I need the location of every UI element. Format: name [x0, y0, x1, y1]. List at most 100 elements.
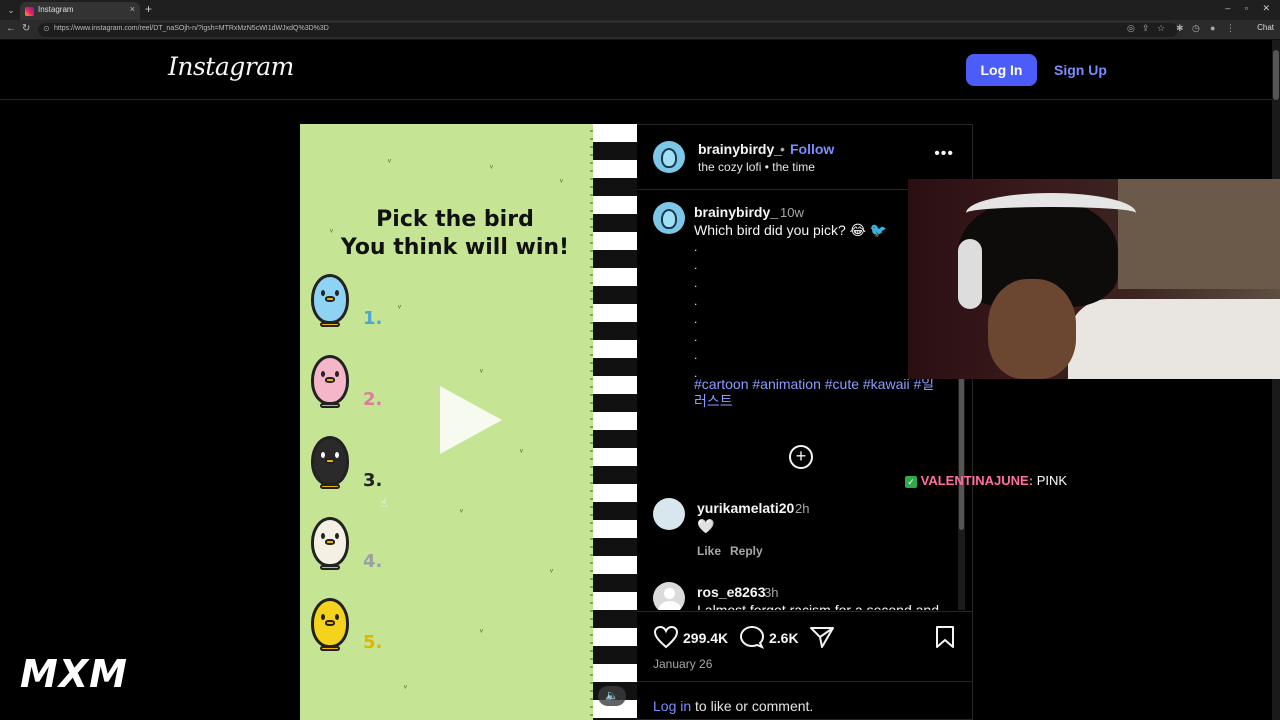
- extension-icon[interactable]: ◎: [1127, 23, 1135, 34]
- caption-dots: ........: [694, 238, 697, 382]
- site-info-icon[interactable]: ⊙: [43, 24, 50, 33]
- url-text[interactable]: https://www.instagram.com/reel/DT_naSOjh…: [54, 25, 329, 32]
- comments-count[interactable]: 2.6K: [769, 630, 799, 646]
- mouse-cursor-icon: ☝: [380, 496, 388, 510]
- bird-eye: [321, 290, 325, 296]
- caption-text: Which bird did you pick? 😂 🐦: [694, 222, 888, 238]
- reel-video[interactable]: ᵥ ᵥ ᵥ ᵥ ᵥ ᵥ ᵥ ᵥ ᵥ ᵥ ᵥ Pick the bird You …: [300, 124, 637, 720]
- bird-eye: [335, 290, 339, 296]
- follow-button[interactable]: Follow: [790, 141, 834, 157]
- comment-text: 🤍: [697, 518, 715, 534]
- instagram-favicon-icon: [25, 7, 34, 16]
- page-scrollbar[interactable]: [1272, 40, 1280, 720]
- save-bookmark-icon[interactable]: [935, 625, 955, 649]
- bird-feet: [320, 322, 340, 327]
- login-link[interactable]: Log in: [653, 698, 691, 714]
- bird-feet: [320, 646, 340, 651]
- like-heart-icon[interactable]: [653, 625, 679, 649]
- separator-dot: •: [780, 141, 785, 157]
- caption-dot: .: [694, 312, 698, 326]
- tab-search-icon[interactable]: ⌄: [4, 3, 18, 17]
- bird-beak: [325, 458, 335, 464]
- likes-count[interactable]: 299.4K: [683, 630, 728, 646]
- bird-1: 1.: [308, 272, 382, 330]
- back-icon[interactable]: ←: [6, 23, 16, 34]
- load-more-comments-icon[interactable]: +: [789, 445, 813, 469]
- bird-number: 3.: [363, 470, 383, 491]
- comment-username[interactable]: ros_e8263: [697, 584, 766, 600]
- bird-eye: [335, 533, 339, 539]
- caption-time: 10w: [780, 205, 804, 220]
- comment-avatar[interactable]: [653, 498, 685, 530]
- caption-dot: .: [694, 276, 698, 290]
- bookmark-star-icon[interactable]: ☆: [1157, 23, 1165, 34]
- comment-avatar-default[interactable]: [653, 582, 685, 610]
- bird-beak: [325, 620, 335, 626]
- bird-number: 5.: [363, 632, 383, 653]
- audio-track-link[interactable]: the cozy lofi • the time: [698, 160, 815, 174]
- tab-title: Instagram: [38, 5, 74, 14]
- bird-3: 3.: [308, 434, 382, 492]
- bird-beak: [325, 377, 335, 383]
- signup-button[interactable]: Sign Up: [1054, 62, 1107, 78]
- reload-icon[interactable]: ↻: [22, 23, 30, 34]
- caption-hashtags[interactable]: #cartoon #animation #cute #kawaii #일러스트: [694, 376, 944, 410]
- instagram-logo[interactable]: Instagram: [168, 52, 294, 81]
- chat-text: PINK: [1036, 473, 1068, 488]
- caption-username[interactable]: brainybirdy_: [694, 204, 778, 220]
- history-icon[interactable]: ◷: [1192, 23, 1200, 34]
- browser-tab-bar: ⌄ Instagram × + – ▫ ✕: [0, 0, 1280, 20]
- post-date[interactable]: January 26: [653, 657, 712, 671]
- divider: [637, 611, 973, 612]
- login-prompt: Log in to like or comment.: [653, 698, 813, 714]
- share-icon[interactable]: ⇪: [1142, 23, 1150, 34]
- comment-username[interactable]: yurikamelati20: [697, 500, 794, 516]
- puzzle-icon[interactable]: ✱: [1176, 23, 1184, 34]
- new-tab-button[interactable]: +: [145, 2, 152, 16]
- divider: [637, 681, 973, 682]
- play-icon[interactable]: [440, 386, 502, 454]
- author-username[interactable]: brainybirdy_: [698, 141, 782, 157]
- comment-time: 3h: [764, 585, 779, 600]
- address-bar[interactable]: ⊙ https://www.instagram.com/reel/DT_naSO…: [38, 23, 1178, 37]
- login-prompt-text: to like or comment.: [691, 698, 814, 714]
- browser-tab[interactable]: Instagram ×: [20, 2, 140, 20]
- login-button[interactable]: Log In: [966, 54, 1037, 86]
- bird-eye: [321, 371, 325, 377]
- author-avatar[interactable]: [653, 141, 685, 173]
- bird-5: 5.: [308, 596, 382, 654]
- check-badge-icon: ✓: [905, 476, 917, 488]
- window-controls[interactable]: – ▫ ✕: [1225, 3, 1270, 14]
- bird-beak: [325, 539, 335, 545]
- bird-eye: [321, 614, 325, 620]
- chat-username: VALENTINAJUNE:: [920, 473, 1034, 488]
- profile-avatar-icon[interactable]: ●: [1210, 23, 1215, 33]
- comment-like-button[interactable]: Like: [697, 544, 721, 558]
- bird-eye: [335, 452, 339, 458]
- caption-dot: .: [694, 294, 698, 308]
- caption-dot: .: [694, 240, 698, 254]
- chat-button[interactable]: Chat: [1257, 23, 1274, 32]
- share-paper-plane-icon[interactable]: [809, 625, 835, 649]
- bird-eye: [335, 371, 339, 377]
- more-options-icon[interactable]: •••: [934, 145, 954, 163]
- bird-eye: [321, 533, 325, 539]
- bird-eye: [335, 614, 339, 620]
- comment-time: 2h: [795, 501, 810, 516]
- comment-text: I almost forgot racism for a second and: [697, 602, 939, 610]
- video-title-line2: You think will win!: [340, 235, 570, 260]
- comment-reply-button[interactable]: Reply: [730, 544, 763, 558]
- bird-number: 4.: [363, 551, 383, 572]
- video-title-text: Pick the bird You think will win!: [340, 206, 570, 262]
- caption-dot: .: [694, 258, 698, 272]
- bird-number: 1.: [363, 308, 383, 329]
- comment-icon[interactable]: [739, 625, 765, 649]
- bird-beak: [325, 296, 335, 302]
- caption-dot: .: [694, 330, 698, 344]
- menu-dots-icon[interactable]: ⋮: [1226, 23, 1235, 34]
- volume-icon[interactable]: 🔈: [598, 686, 626, 706]
- streamer-webcam: [908, 179, 1280, 379]
- bird-feet: [320, 565, 340, 570]
- tab-close-icon[interactable]: ×: [130, 4, 135, 14]
- caption-avatar[interactable]: [653, 202, 685, 234]
